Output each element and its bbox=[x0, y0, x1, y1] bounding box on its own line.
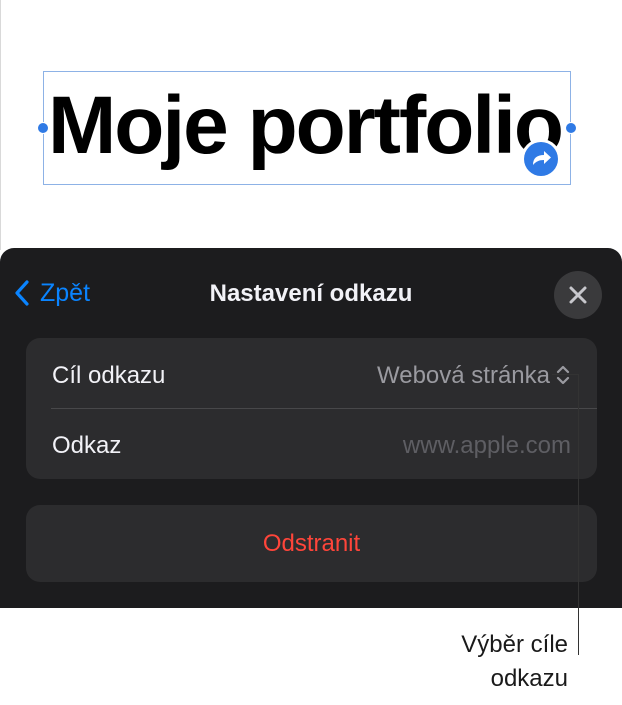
callout-text: Výběr cíle odkazu bbox=[461, 628, 568, 696]
link-arrow-icon bbox=[524, 142, 558, 176]
callout-line bbox=[552, 374, 579, 375]
row-divider bbox=[51, 408, 597, 409]
link-badge[interactable] bbox=[521, 139, 561, 179]
callout-line-vertical bbox=[578, 374, 579, 655]
selection-handle-left[interactable] bbox=[37, 122, 49, 134]
callout-line1: Výběr cíle bbox=[461, 631, 568, 658]
close-button[interactable] bbox=[554, 271, 602, 319]
link-url-field[interactable]: www.apple.com bbox=[403, 432, 571, 460]
selection-handle-right[interactable] bbox=[565, 122, 577, 134]
canvas-edge bbox=[0, 0, 1, 250]
link-label: Odkaz bbox=[52, 432, 122, 459]
panel-title: Nastavení odkazu bbox=[209, 280, 413, 307]
callout-line2: odkazu bbox=[490, 665, 568, 692]
link-destination-select[interactable]: Webová stránka bbox=[377, 362, 550, 390]
link-destination-label: Cíl odkazu bbox=[52, 362, 166, 389]
link-settings-group: Cíl odkazu Webová stránka Odkaz www.appl… bbox=[26, 338, 597, 479]
chevron-up-down-icon[interactable] bbox=[555, 362, 571, 388]
remove-link-button[interactable]: Odstranit bbox=[26, 505, 597, 582]
close-icon bbox=[569, 286, 587, 304]
canvas-title-text[interactable]: Moje portfolio bbox=[48, 85, 564, 167]
